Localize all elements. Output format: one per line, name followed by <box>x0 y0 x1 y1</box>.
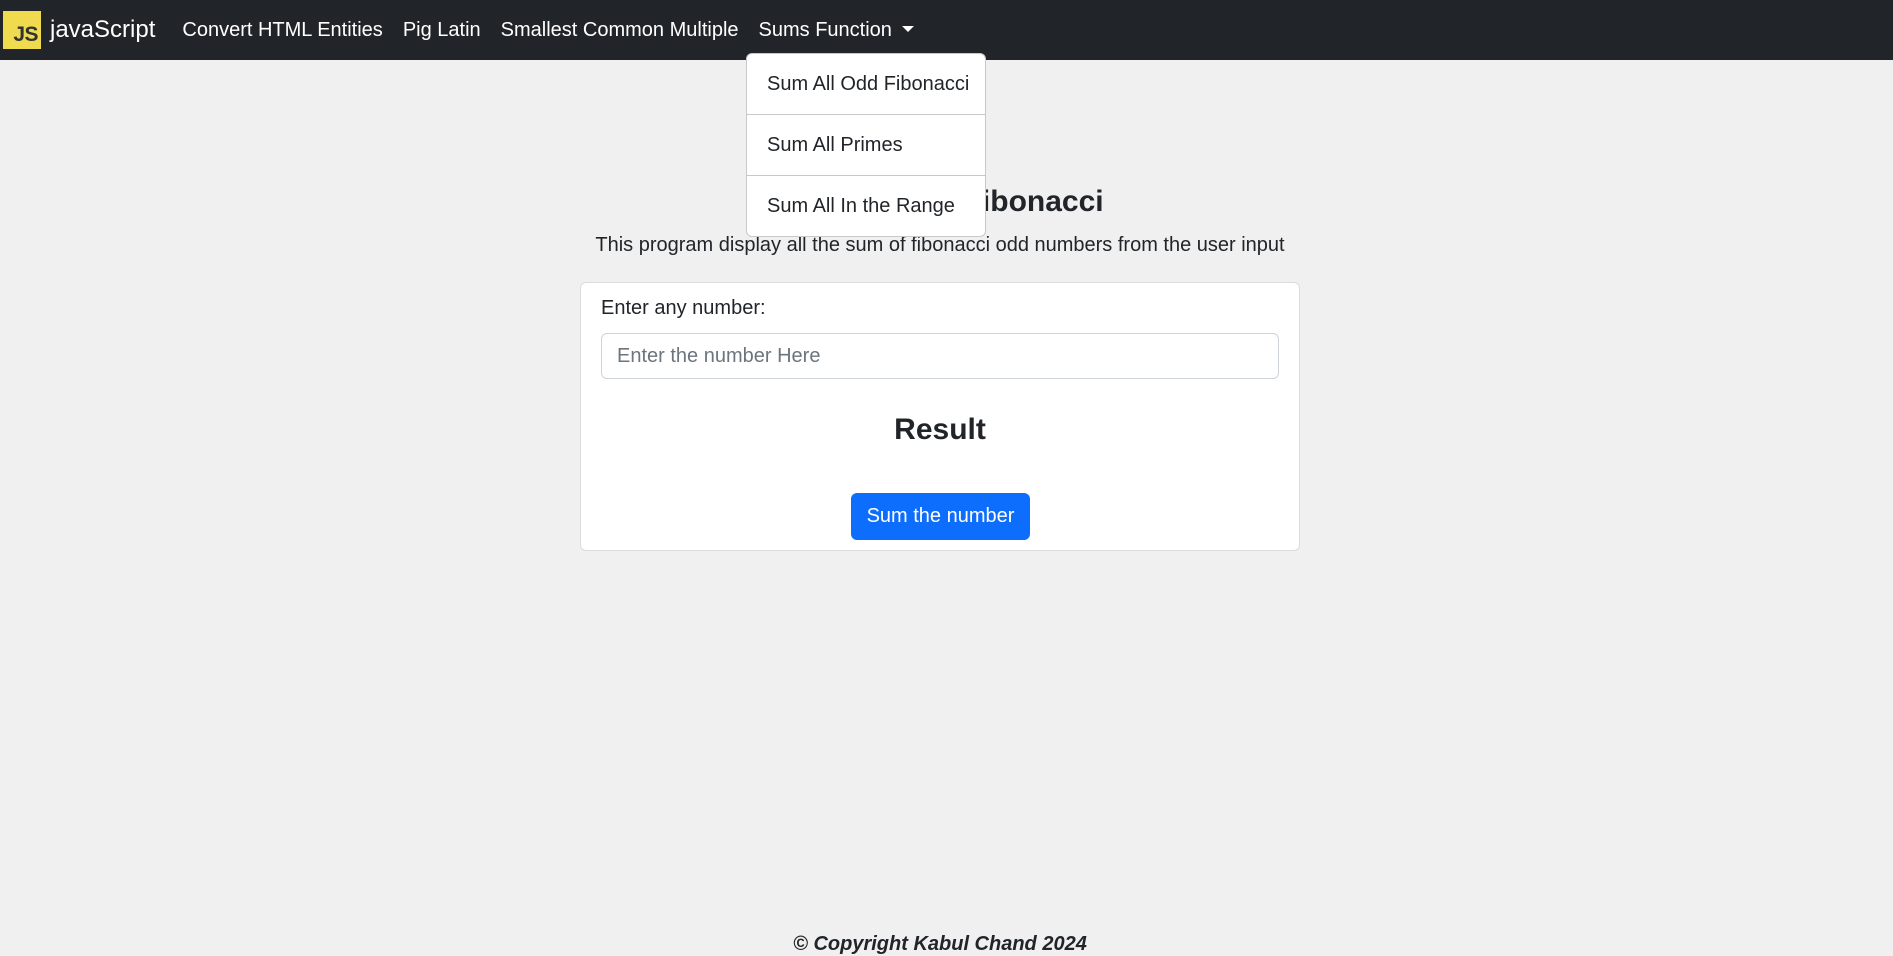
nav-dropdown-sums-function[interactable]: Sums Function <box>759 19 914 42</box>
sum-number-button[interactable]: Sum the number <box>851 493 1030 540</box>
nav-link-smallest-common-multiple[interactable]: Smallest Common Multiple <box>501 19 739 42</box>
calculator-card: Enter any number: Result Sum the number <box>580 282 1300 551</box>
number-input[interactable] <box>601 333 1279 379</box>
result-heading: Result <box>894 413 986 446</box>
caret-down-icon <box>901 25 914 32</box>
nav-link-convert-html-entities[interactable]: Convert HTML Entities <box>182 19 382 42</box>
dropdown-item-sum-all-in-the-range[interactable]: Sum All In the Range <box>747 176 985 236</box>
top-navbar: JS javaScript Convert HTML Entities Pig … <box>0 0 1893 60</box>
page-description: This program display all the sum of fibo… <box>595 234 1285 256</box>
dropdown-item-sum-all-primes[interactable]: Sum All Primes <box>747 115 985 176</box>
brand-text: javaScript <box>50 16 156 43</box>
sums-function-dropdown-menu: Sum All Odd Fibonacci Sum All Primes Sum… <box>746 53 986 237</box>
dropdown-item-sum-all-odd-fibonacci[interactable]: Sum All Odd Fibonacci <box>747 54 985 115</box>
nav-dropdown-label: Sums Function <box>758 18 892 41</box>
footer-copyright: © Copyright Kabul Chand 2024 <box>793 933 1087 955</box>
nav-link-pig-latin[interactable]: Pig Latin <box>403 19 481 42</box>
javascript-logo-icon: JS <box>3 11 41 49</box>
number-field-label: Enter any number: <box>601 297 766 319</box>
brand-link[interactable]: JS javaScript <box>3 11 155 49</box>
nav-links: Convert HTML Entities Pig Latin Smallest… <box>172 19 924 42</box>
